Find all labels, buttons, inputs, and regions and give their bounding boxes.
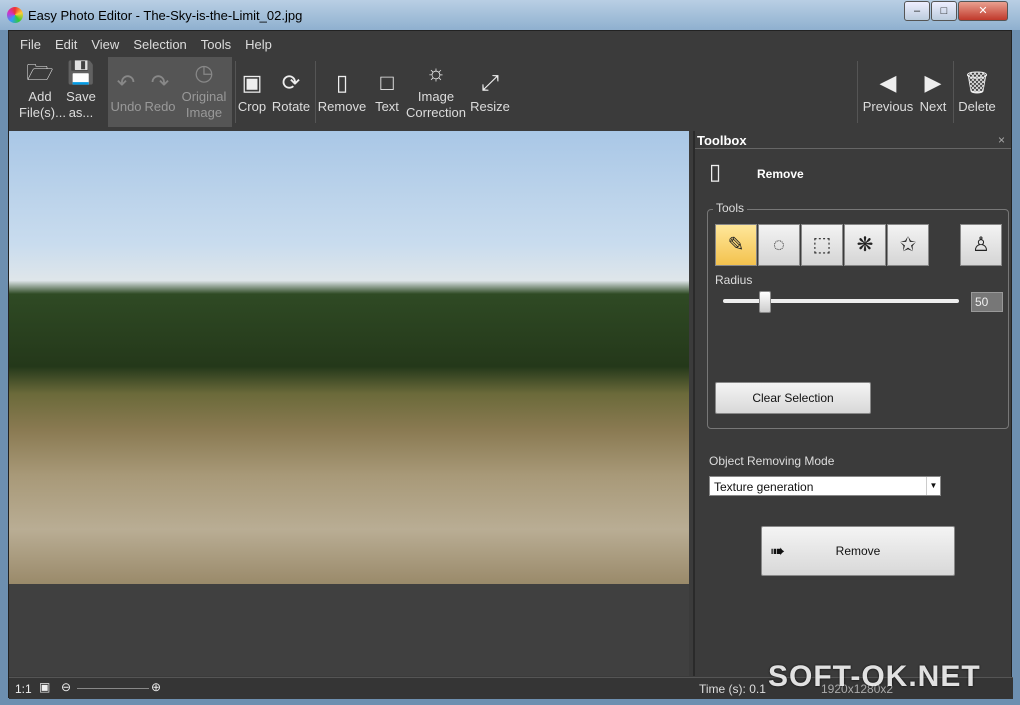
toolbar: 🗁 Add File(s)... 💾 Save as... ↶ Undo ↷ Redo … bbox=[13, 57, 1009, 129]
redo-button[interactable]: ↷ Redo bbox=[143, 57, 177, 127]
dashed-rectangle-icon: ⬚ bbox=[812, 234, 832, 256]
close-icon[interactable]: × bbox=[998, 133, 1005, 147]
menu-file[interactable]: File bbox=[13, 35, 48, 55]
zoom-level: 1:1 bbox=[15, 682, 32, 696]
lasso-icon: ❋ bbox=[856, 234, 874, 256]
zoom-in-icon[interactable]: ⊕ bbox=[151, 680, 161, 694]
zoom-out-icon[interactable]: ⊖ bbox=[61, 680, 71, 694]
menu-help[interactable]: Help bbox=[238, 35, 279, 55]
menu-bar: File Edit View Selection Tools Help bbox=[13, 35, 279, 55]
close-button[interactable]: ✕ bbox=[958, 1, 1008, 21]
mode-select[interactable]: Texture generation ▼ bbox=[709, 476, 941, 496]
text-w-icon: □ bbox=[380, 70, 394, 95]
toolbox-title: Toolbox bbox=[695, 131, 1011, 149]
radius-label: Radius bbox=[715, 273, 753, 287]
mode-select-value: Texture generation bbox=[714, 480, 814, 494]
add-files-button[interactable]: 🗁 Add File(s)... bbox=[19, 57, 66, 127]
arrow-left-circle-icon: ◀ bbox=[879, 70, 897, 95]
dashed-eraser-icon: ◌ bbox=[773, 234, 785, 256]
magic-wand-icon: ✩ bbox=[899, 234, 917, 256]
image-correction-button[interactable]: ☼ Image Correction bbox=[405, 57, 467, 127]
remove-action-button[interactable]: ➠ Remove bbox=[761, 526, 955, 576]
remove-button[interactable]: ▯ Remove bbox=[317, 57, 367, 127]
history-icon: ◷ bbox=[194, 60, 214, 85]
watermark: SOFT-OK.NET bbox=[768, 660, 981, 693]
eraser-icon: ▯ bbox=[335, 70, 349, 95]
maximize-button[interactable]: □ bbox=[931, 1, 957, 21]
chevron-down-icon: ▼ bbox=[926, 477, 940, 495]
rotate-icon: ⟳ bbox=[281, 70, 301, 95]
minimize-button[interactable]: – bbox=[904, 1, 930, 21]
photo-image[interactable] bbox=[9, 131, 689, 584]
title-bar: Easy Photo Editor - The-Sky-is-the-Limit… bbox=[0, 0, 1020, 30]
sun-icon: ☼ bbox=[425, 60, 447, 85]
arrow-right-icon: ➠ bbox=[770, 541, 786, 561]
rotate-button[interactable]: ⟳ Rotate bbox=[269, 57, 313, 127]
trash-icon: 🗑 bbox=[963, 70, 991, 95]
clear-selection-button[interactable]: Clear Selection bbox=[715, 382, 871, 414]
eraser-selection-tool[interactable]: ◌ bbox=[758, 224, 800, 266]
separator bbox=[857, 61, 858, 123]
undo-icon: ↶ bbox=[116, 70, 136, 95]
pencil-icon: ✎ bbox=[727, 234, 745, 256]
toolbox-heading: Remove bbox=[757, 167, 804, 181]
next-button[interactable]: ▶ Next bbox=[915, 57, 951, 127]
resize-button[interactable]: ⤢ Resize bbox=[469, 57, 511, 127]
crop-icon: ▣ bbox=[241, 70, 263, 95]
magic-wand-tool[interactable]: ✩ bbox=[887, 224, 929, 266]
menu-selection[interactable]: Selection bbox=[126, 35, 193, 55]
eraser-icon: ▯ bbox=[709, 159, 722, 184]
mode-label: Object Removing Mode bbox=[709, 454, 835, 468]
fit-screen-icon[interactable]: ▣ bbox=[39, 680, 50, 694]
folder-open-icon: 🗁 bbox=[26, 60, 54, 85]
separator bbox=[235, 61, 236, 123]
original-image-button[interactable]: ◷ Original Image bbox=[179, 57, 229, 127]
radius-slider-thumb[interactable] bbox=[759, 291, 771, 313]
app-logo-icon bbox=[7, 7, 23, 23]
tools-label: Tools bbox=[713, 201, 748, 215]
separator bbox=[315, 61, 316, 123]
previous-button[interactable]: ◀ Previous bbox=[861, 57, 915, 127]
menu-edit[interactable]: Edit bbox=[48, 35, 84, 55]
toolbox-panel: Toolbox × ▯ Remove Tools ✎ ◌ ⬚ ❋ ✩ ♙ Rad… bbox=[693, 131, 1011, 676]
image-canvas[interactable] bbox=[9, 131, 689, 676]
brush-tool[interactable]: ✎ bbox=[715, 224, 757, 266]
window-title: Easy Photo Editor - The-Sky-is-the-Limit… bbox=[28, 8, 303, 23]
arrow-right-circle-icon: ▶ bbox=[924, 70, 942, 95]
stamp-icon: ♙ bbox=[972, 234, 990, 256]
crop-button[interactable]: ▣ Crop bbox=[237, 57, 267, 127]
undo-button[interactable]: ↶ Undo bbox=[109, 57, 143, 127]
delete-button[interactable]: 🗑 Delete bbox=[955, 57, 999, 127]
stamp-tool[interactable]: ♙ bbox=[960, 224, 1002, 266]
radius-value-field[interactable]: 50 bbox=[971, 292, 1003, 312]
floppy-icon: 💾 bbox=[67, 60, 95, 85]
text-button[interactable]: □ Text bbox=[371, 57, 403, 127]
menu-view[interactable]: View bbox=[84, 35, 126, 55]
time-readout: Time (s): 0.1 bbox=[699, 682, 766, 696]
zoom-slider[interactable] bbox=[77, 688, 149, 689]
save-as-button[interactable]: 💾 Save as... bbox=[63, 57, 99, 127]
main-window: File Edit View Selection Tools Help 🗁 Add… bbox=[8, 30, 1013, 699]
lasso-tool[interactable]: ❋ bbox=[844, 224, 886, 266]
menu-tools[interactable]: Tools bbox=[194, 35, 238, 55]
rectangle-selection-tool[interactable]: ⬚ bbox=[801, 224, 843, 266]
redo-icon: ↷ bbox=[150, 70, 170, 95]
separator bbox=[953, 61, 954, 123]
resize-icon: ⤢ bbox=[481, 70, 499, 95]
